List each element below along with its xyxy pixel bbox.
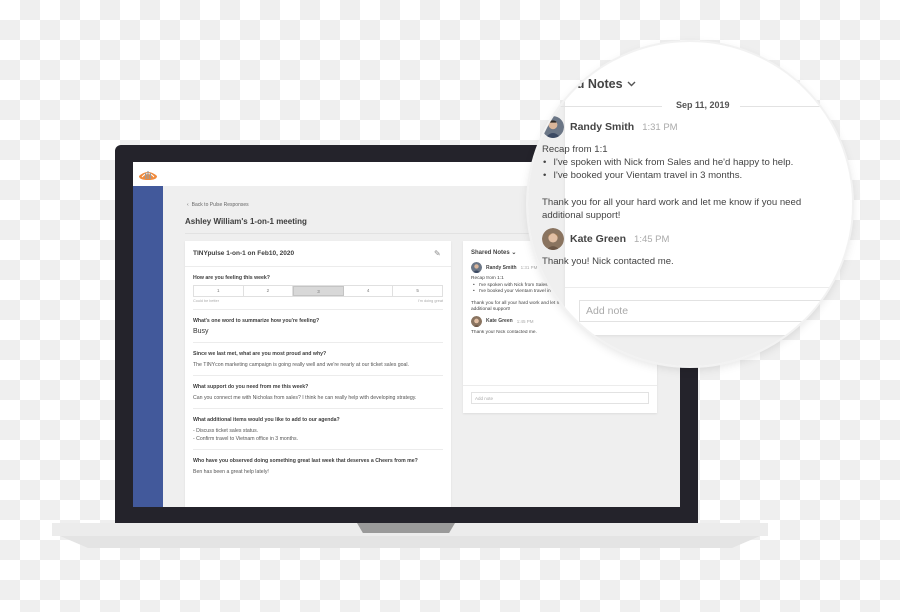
question-label: Who have you observed doing something gr…: [193, 458, 418, 464]
question-item: What support do you need from me this we…: [193, 376, 443, 409]
note-bullet: I've spoken with Nick from Sales and he'…: [542, 156, 801, 169]
question-item: What's one word to summarize how you're …: [193, 310, 443, 343]
divider: [565, 287, 852, 288]
note-time: 1:31 PM: [642, 121, 678, 133]
rating-option-1[interactable]: 1: [194, 286, 244, 296]
rating-option-2[interactable]: 2: [244, 286, 294, 296]
question-label: What support do you need from me this we…: [193, 384, 309, 390]
chevron-left-icon: ‹: [187, 202, 189, 208]
tinypulse-logo-icon[interactable]: [137, 166, 159, 182]
back-link[interactable]: ‹ Back to Pulse Responses: [187, 202, 249, 208]
rating-low-label: Could be better: [193, 299, 219, 303]
note-closing-line: Thank you for all your hard work and let…: [542, 196, 802, 208]
question-label: What's one word to summarize how you're …: [193, 318, 320, 324]
magnified-shared-notes: Shared Notes Sep 11, 2019 Randy Smith 1:…: [528, 42, 852, 366]
rating-option-3-selected[interactable]: 3: [293, 286, 344, 296]
question-answer: Busy: [193, 328, 209, 335]
laptop-base-shadow: [60, 536, 760, 548]
shared-notes-title: Shared Notes: [542, 77, 623, 91]
note-body: Recap from 1:1 I've spoken with Nick fro…: [542, 143, 801, 222]
back-link-label: Back to Pulse Responses: [191, 202, 249, 208]
form-title: TINYpulse 1-on-1 on Feb10, 2020: [193, 250, 295, 257]
note-author: Randy Smith: [486, 264, 517, 271]
question-rating: How are you feeling this week? 1 2 3 4 5…: [193, 267, 443, 310]
date-separator: Sep 11, 2019: [542, 100, 848, 112]
note-entry: Kate Green 1:45 PM Thank you! Nick conta…: [542, 228, 674, 268]
rating-scale: 1 2 3 4 5: [193, 285, 443, 297]
question-item: Who have you observed doing something gr…: [193, 450, 443, 482]
question-label: What additional items would you like to …: [193, 417, 340, 423]
note-date: Sep 11, 2019: [676, 100, 730, 110]
note-author: Kate Green: [486, 318, 513, 324]
note-author: Randy Smith: [570, 121, 635, 133]
one-on-one-form-card: TINYpulse 1-on-1 on Feb10, 2020 ✎ How ar…: [185, 241, 451, 507]
notes-footer: Add note: [463, 385, 657, 413]
question-answer-line: - Discuss ticket sales status.: [193, 428, 259, 434]
avatar-randy-smith: [542, 116, 564, 138]
avatar-kate-green: [542, 228, 564, 250]
question-label: How are you feeling this week?: [193, 275, 270, 281]
chevron-down-icon: ⌄: [511, 250, 517, 256]
question-item: Since we last met, what are you most pro…: [193, 343, 443, 376]
avatar-randy-smith: [471, 262, 482, 273]
note-closing-line: additional support!: [542, 209, 621, 221]
question-answer: Ben has been a great help lately!: [193, 469, 269, 475]
note-body: Thank you! Nick contacted me.: [542, 256, 674, 267]
add-note-input[interactable]: Add note: [471, 392, 649, 404]
question-answer-line: - Confirm travel to Vietnam office in 3 …: [193, 436, 299, 442]
page-title: Ashley William's 1-on-1 meeting: [185, 217, 307, 226]
form-header: TINYpulse 1-on-1 on Feb10, 2020 ✎: [185, 241, 451, 267]
question-answer: Can you connect me with Nicholas from sa…: [193, 395, 417, 401]
chevron-down-icon: [627, 81, 636, 87]
rating-option-4[interactable]: 4: [344, 286, 394, 296]
avatar-kate-green: [471, 315, 482, 327]
question-item: What additional items would you like to …: [193, 409, 443, 450]
shared-notes-title: Shared Notes: [471, 250, 510, 256]
sidebar: [133, 186, 163, 507]
laptop-hinge: [357, 523, 455, 533]
pencil-icon[interactable]: ✎: [434, 249, 443, 258]
question-answer: The TINYcon marketing campaign is going …: [193, 362, 409, 368]
note-entry: Randy Smith 1:31 PM Recap from 1:1 I've …: [542, 116, 801, 222]
note-intro: Recap from 1:1: [542, 144, 608, 155]
magnified-shared-notes-dropdown[interactable]: Shared Notes: [542, 77, 636, 91]
rating-high-label: I'm doing great: [418, 299, 443, 303]
question-label: Since we last met, what are you most pro…: [193, 351, 327, 357]
add-note-input[interactable]: Add note: [579, 300, 852, 322]
note-author: Kate Green: [570, 233, 627, 245]
rating-option-5[interactable]: 5: [393, 286, 442, 296]
note-time: 1:45 PM: [634, 233, 670, 245]
note-bullet: I've booked your Vientam travel in 3 mon…: [542, 169, 801, 182]
